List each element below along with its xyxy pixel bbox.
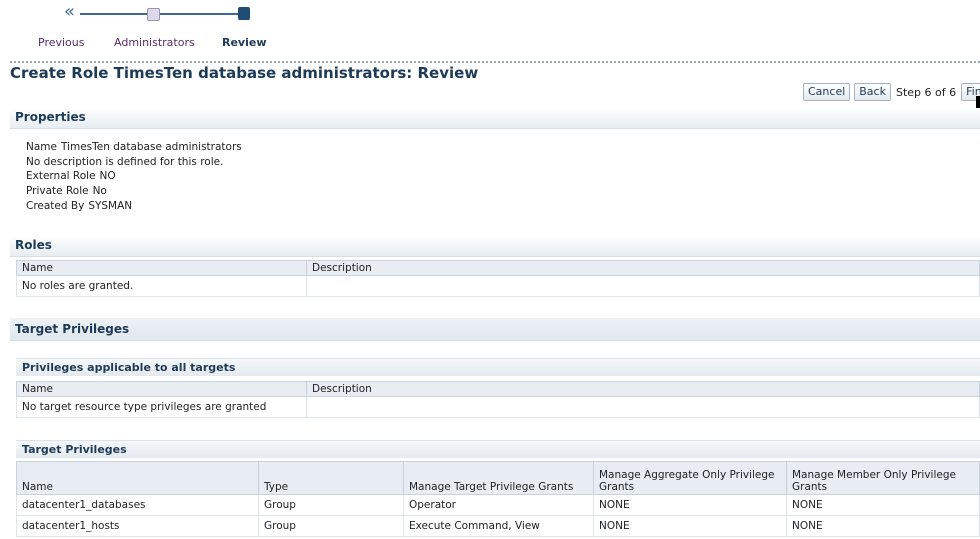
train-connector	[156, 13, 240, 15]
step-indicator: Step 6 of 6	[895, 85, 957, 99]
properties-section-header: Properties	[10, 108, 980, 129]
all-targets-privileges-table: Name Description No target resource type…	[16, 381, 980, 418]
target-name-cell: datacenter1_databases	[16, 494, 259, 516]
table-cell	[306, 275, 980, 297]
train-step-review-node	[238, 7, 250, 20]
member-grants-cell: NONE	[786, 494, 980, 516]
table-header-row: Name Description	[16, 260, 980, 276]
column-header-manage-target-privilege-grants[interactable]: Manage Target Privilege Grants	[403, 461, 594, 495]
target-name-cell: datacenter1_hosts	[16, 515, 259, 537]
all-targets-subsection-header: Privileges applicable to all targets	[16, 358, 980, 376]
property-external-role: External Role NO	[26, 170, 116, 183]
target-type-cell: Group	[258, 515, 404, 537]
column-header-manage-aggregate-only-privilege-grants[interactable]: Manage Aggregate Only Privilege Grants	[593, 461, 787, 495]
section-title: Roles	[15, 238, 52, 252]
roles-section-header: Roles	[10, 236, 980, 257]
aggregate-grants-cell: NONE	[593, 515, 787, 537]
back-button[interactable]: Back	[854, 83, 891, 101]
column-header-name[interactable]: Name	[16, 260, 307, 276]
property-created-by: Created By SYSMAN	[26, 199, 133, 212]
column-header-description[interactable]: Description	[306, 381, 980, 397]
train-step-administrators-node[interactable]	[147, 8, 160, 21]
wizard-button-bar: Cancel Back Step 6 of 6 Finis	[803, 83, 980, 101]
table-cell	[306, 396, 980, 418]
column-header-name[interactable]: Name	[16, 381, 307, 397]
roles-table: Name Description No roles are granted.	[16, 260, 980, 297]
table-row: No target resource type privileges are g…	[16, 396, 980, 418]
column-header-type[interactable]: Type	[258, 461, 404, 495]
double-left-arrow-icon[interactable]: «	[64, 2, 75, 22]
table-row: datacenter1_hosts Group Execute Command,…	[16, 515, 980, 537]
table-row: No roles are granted.	[16, 275, 980, 297]
target-privileges-table: Name Type Manage Target Privilege Grants…	[16, 461, 980, 537]
member-grants-cell: NONE	[786, 515, 980, 537]
target-privileges-subsection-header: Target Privileges	[16, 440, 980, 458]
table-header-row: Name Type Manage Target Privilege Grants…	[16, 461, 980, 495]
target-privileges-section-header: Target Privileges	[10, 318, 980, 341]
target-type-cell: Group	[258, 494, 404, 516]
train-navigation: « Previous Administrators Review	[0, 0, 980, 55]
table-row: datacenter1_databases Group Operator NON…	[16, 494, 980, 516]
subsection-title: Target Privileges	[22, 443, 127, 456]
properties-list: Name TimesTen database administrators No …	[26, 140, 242, 214]
title-divider	[10, 61, 980, 63]
cancel-button[interactable]: Cancel	[803, 83, 851, 101]
column-header-name[interactable]: Name	[16, 461, 259, 495]
empty-message: No target resource type privileges are g…	[16, 396, 307, 418]
section-title: Target Privileges	[15, 322, 130, 336]
subsection-title: Privileges applicable to all targets	[22, 361, 236, 374]
column-header-description[interactable]: Description	[306, 260, 980, 276]
target-grants-cell: Operator	[403, 494, 594, 516]
column-header-manage-member-only-privilege-grants[interactable]: Manage Member Only Privilege Grants	[786, 461, 980, 495]
property-description: No description is defined for this role.	[26, 155, 224, 168]
table-header-row: Name Description	[16, 381, 980, 397]
train-connector	[80, 13, 150, 15]
section-title: Properties	[15, 110, 86, 124]
train-administrators-link[interactable]: Administrators	[114, 36, 195, 50]
train-review-label: Review	[222, 36, 267, 49]
aggregate-grants-cell: NONE	[593, 494, 787, 516]
empty-message: No roles are granted.	[16, 275, 307, 297]
property-private-role: Private Role No	[26, 185, 107, 198]
train-previous-link[interactable]: Previous	[38, 36, 85, 50]
page-title: Create Role TimesTen database administra…	[10, 64, 479, 82]
target-grants-cell: Execute Command, View	[403, 515, 594, 537]
property-name: Name TimesTen database administrators	[26, 141, 242, 153]
